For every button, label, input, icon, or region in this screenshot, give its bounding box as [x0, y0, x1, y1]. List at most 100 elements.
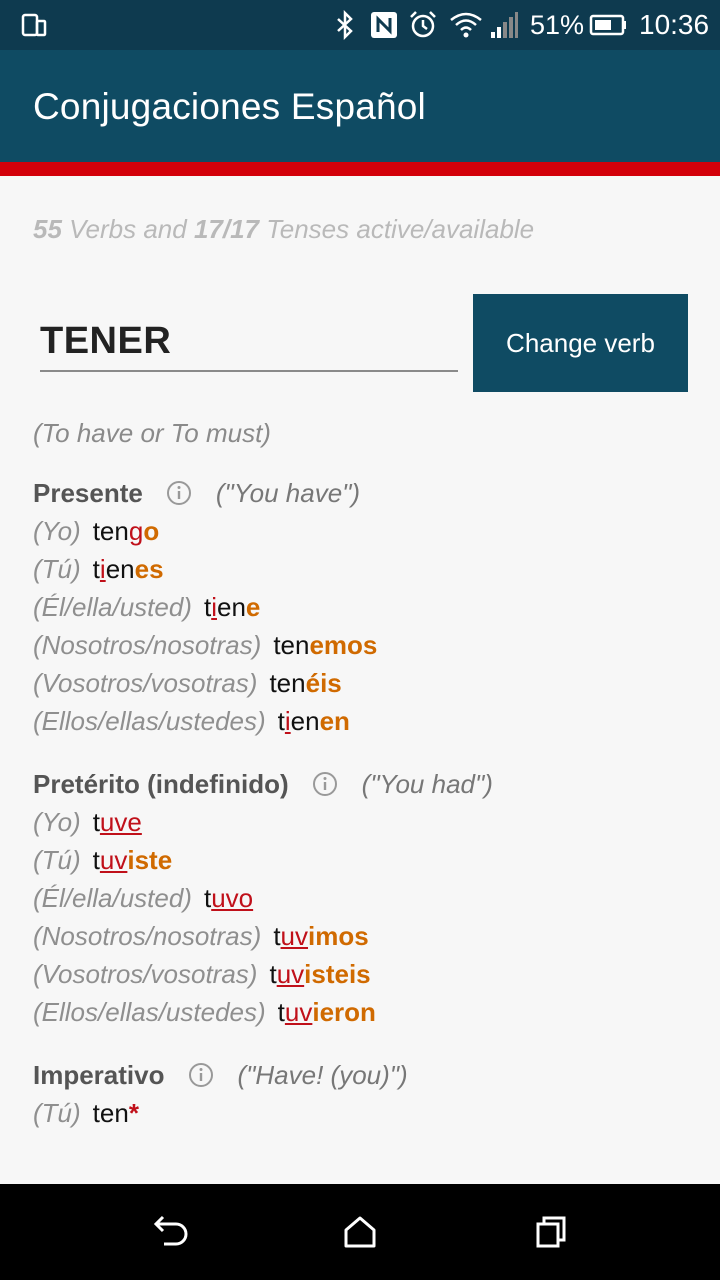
ending-part: e — [245, 591, 261, 622]
conjugation-row: (Tú) tienes — [33, 550, 713, 588]
main-content[interactable]: 55 Verbs and 17/17 Tenses active/availab… — [0, 176, 720, 1132]
pronoun-label: (Ellos/ellas/ustedes) — [33, 705, 266, 736]
conjugation-row: (Nosotros/nosotras) tuvimos — [33, 917, 713, 955]
conjugation-row: (Vosotros/vosotras) tuvisteis — [33, 955, 713, 993]
verb-form: tengo — [93, 516, 160, 547]
conjugation-row: (Ellos/ellas/ustedes) tienen — [33, 702, 713, 740]
tense-header: Pretérito (indefinido) ("You had") — [33, 765, 713, 803]
ending-part: ieron — [312, 996, 376, 1027]
pronoun-label: (Vosotros/vosotras) — [33, 667, 258, 698]
irregular-part: uvo — [211, 882, 254, 913]
navigation-bar — [0, 1184, 720, 1280]
stem-text: en — [105, 553, 135, 584]
pronoun-label: (Nosotros/nosotras) — [33, 920, 262, 951]
verbs-text: Verbs and — [69, 214, 187, 244]
tense-section: Presente ("You have") (Yo) tengo (Tú) tienes(… — [33, 474, 713, 740]
ending-part: emos — [309, 629, 378, 660]
pronoun-label: (Tú) — [33, 553, 81, 584]
ending-part: isteis — [304, 958, 371, 989]
conjugation-row: (Yo) tuve — [33, 803, 713, 841]
ending-part: iste — [127, 844, 173, 875]
pronoun-label: (Tú) — [33, 844, 81, 875]
signal-icon — [489, 0, 519, 50]
stem-text: t — [92, 806, 100, 837]
app-title: Conjugaciones Español — [33, 86, 426, 127]
bluetooth-icon — [334, 0, 356, 50]
tense-header: Presente ("You have") — [33, 474, 713, 512]
verb-form: tienes — [93, 554, 164, 585]
nfc-icon — [369, 0, 399, 50]
tenses-count: 17/17 — [193, 214, 260, 244]
conjugation-row: (Ellos/ellas/ustedes) tuvieron — [33, 993, 713, 1031]
tense-header: Imperativo ("Have! (you)") — [33, 1056, 713, 1094]
alarm-icon — [407, 0, 439, 50]
stem-text: ten — [269, 667, 306, 698]
pronoun-label: (Vosotros/vosotras) — [33, 958, 258, 989]
clock: 10:36 — [639, 9, 710, 40]
tense-section: Imperativo ("Have! (you)") (Tú) ten* — [33, 1056, 713, 1132]
tenses-text: Tenses active/available — [266, 214, 535, 244]
wifi-icon — [449, 0, 483, 50]
pronoun-label: (Yo) — [33, 806, 81, 837]
app-bar: Conjugaciones Español — [0, 50, 720, 162]
verb-form: tuve — [93, 807, 142, 838]
verb-form: tuvisteis — [269, 959, 370, 990]
tense-translation: ("Have! (you)") — [237, 1059, 408, 1090]
pronoun-label: (Yo) — [33, 515, 81, 546]
verb-form: tuvimos — [273, 921, 368, 952]
verb-field[interactable]: TENER — [40, 316, 458, 372]
verb-meaning: (To have or To must) — [33, 418, 271, 448]
irregular-part: g — [128, 515, 144, 546]
pronoun-label: (Nosotros/nosotras) — [33, 629, 262, 660]
change-verb-button[interactable]: Change verb — [473, 294, 688, 392]
info-icon[interactable] — [166, 480, 192, 506]
conjugation-row: (Vosotros/vosotras) tenéis — [33, 664, 713, 702]
conjugation-row: (Tú) ten* — [33, 1094, 713, 1132]
back-icon[interactable] — [148, 1212, 188, 1252]
verb-form: tenéis — [269, 668, 341, 699]
conjugation-row: (Nosotros/nosotras) tenemos — [33, 626, 713, 664]
ending-part: o — [143, 515, 160, 546]
irregular-part: uve — [99, 806, 142, 837]
verb-form: tuvo — [204, 883, 253, 914]
irregular-part: uv — [99, 844, 128, 875]
tense-translation: ("You had") — [361, 768, 493, 799]
tense-translation: ("You have") — [215, 477, 361, 508]
conjugation-row: (Él/ella/usted) tiene — [33, 588, 713, 626]
stem-text: t — [92, 553, 100, 584]
stem-text: en — [290, 705, 320, 736]
stem-text: en — [216, 591, 246, 622]
stem-text: t — [92, 844, 100, 875]
pronoun-label: (Ellos/ellas/ustedes) — [33, 996, 266, 1027]
stem-text: t — [277, 705, 285, 736]
conjugation-row: (Tú) tuviste — [33, 841, 713, 879]
stem-text: t — [277, 996, 285, 1027]
pronoun-label: (Tú) — [33, 1097, 81, 1128]
stem-text: ten — [92, 515, 129, 546]
verb-form: tenemos — [273, 630, 377, 661]
verb-form: tienen — [278, 706, 350, 737]
tense-name: Presente — [33, 477, 143, 508]
verb-name: TENER — [40, 320, 172, 362]
ending-part: imos — [308, 920, 369, 951]
pronoun-label: (Él/ella/usted) — [33, 591, 192, 622]
home-icon[interactable] — [340, 1212, 380, 1252]
info-icon[interactable] — [312, 771, 338, 797]
verbs-count: 55 — [33, 214, 62, 244]
conjugation-row: (Él/ella/usted) tuvo — [33, 879, 713, 917]
active-summary: 55 Verbs and 17/17 Tenses active/availab… — [33, 214, 534, 245]
irregular-part: uv — [276, 958, 305, 989]
battery-percent: 51% — [530, 9, 585, 40]
verb-form: tuviste — [93, 845, 173, 876]
screen-rotate-icon — [20, 0, 48, 50]
verb-form: tiene — [204, 592, 260, 623]
status-bar: 51% 10:36 — [0, 0, 720, 50]
info-icon[interactable] — [188, 1062, 214, 1088]
recents-icon[interactable] — [532, 1212, 572, 1252]
stem-text: t — [273, 920, 281, 951]
ending-part: es — [134, 553, 164, 584]
verb-form: ten* — [93, 1098, 139, 1129]
ending-part: en — [319, 705, 350, 736]
irregular-part: uv — [280, 920, 309, 951]
ending-part: éis — [305, 667, 342, 698]
